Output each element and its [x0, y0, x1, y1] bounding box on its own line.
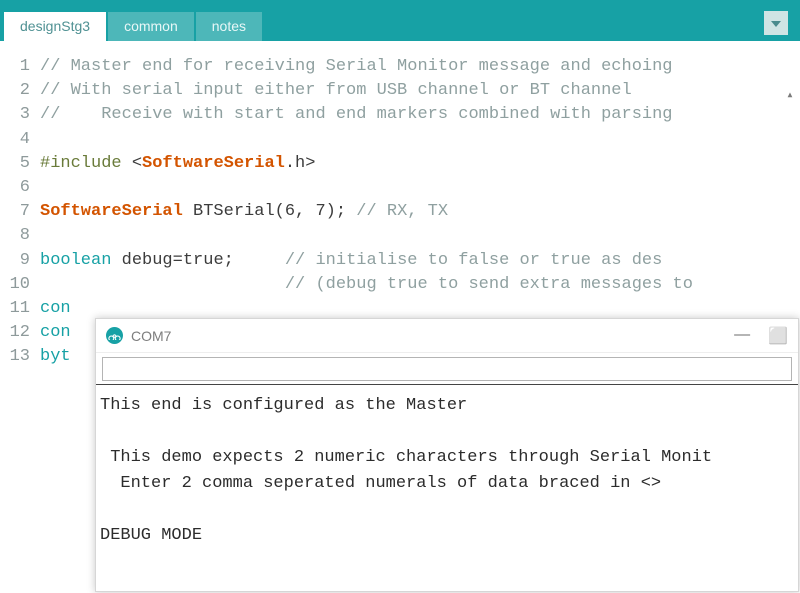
- line-number: 11: [0, 297, 30, 321]
- tab-label: notes: [212, 18, 246, 34]
- line-number: 12: [0, 321, 30, 345]
- code-line[interactable]: // Receive with start and end markers co…: [40, 103, 800, 127]
- line-number: 10: [0, 273, 30, 297]
- serial-input-row: [96, 353, 798, 384]
- code-line[interactable]: [40, 224, 800, 248]
- code-line[interactable]: boolean debug=true; // initialise to fal…: [40, 249, 800, 273]
- code-line[interactable]: // With serial input either from USB cha…: [40, 79, 800, 103]
- tab-designstg3[interactable]: designStg3: [4, 12, 106, 41]
- tab-menu-dropdown[interactable]: [764, 11, 788, 35]
- arduino-logo-icon: [106, 327, 123, 344]
- line-number: 7: [0, 200, 30, 224]
- line-number: 5: [0, 152, 30, 176]
- code-line[interactable]: SoftwareSerial BTSerial(6, 7); // RX, TX: [40, 200, 800, 224]
- tab-label: designStg3: [20, 18, 90, 34]
- line-number: 13: [0, 345, 30, 369]
- tab-bar: designStg3 common notes: [0, 0, 800, 41]
- serial-monitor-window: COM7 — ⬜ This end is configured as the M…: [95, 318, 799, 592]
- serial-monitor-titlebar[interactable]: COM7 — ⬜: [96, 319, 798, 353]
- line-number: 6: [0, 176, 30, 200]
- code-line[interactable]: // Master end for receiving Serial Monit…: [40, 55, 800, 79]
- line-number-gutter: 12345678910111213: [0, 41, 36, 593]
- serial-monitor-title: COM7: [131, 328, 734, 344]
- serial-output[interactable]: This end is configured as the Master Thi…: [96, 384, 798, 591]
- tab-notes[interactable]: notes: [196, 12, 262, 41]
- line-number: 4: [0, 128, 30, 152]
- line-number: 8: [0, 224, 30, 248]
- scroll-up-icon[interactable]: ▴: [782, 86, 798, 102]
- serial-input[interactable]: [102, 357, 792, 381]
- maximize-button[interactable]: ⬜: [768, 326, 788, 346]
- line-number: 9: [0, 249, 30, 273]
- code-line[interactable]: [40, 176, 800, 200]
- window-controls: — ⬜: [734, 326, 788, 346]
- code-line[interactable]: // (debug true to send extra messages to: [40, 273, 800, 297]
- tab-label: common: [124, 18, 178, 34]
- code-line[interactable]: [40, 128, 800, 152]
- code-line[interactable]: #include <SoftwareSerial.h>: [40, 152, 800, 176]
- line-number: 3: [0, 103, 30, 127]
- minimize-button[interactable]: —: [734, 326, 750, 346]
- chevron-down-icon: [771, 14, 781, 33]
- line-number: 1: [0, 55, 30, 79]
- tab-common[interactable]: common: [108, 12, 194, 41]
- line-number: 2: [0, 79, 30, 103]
